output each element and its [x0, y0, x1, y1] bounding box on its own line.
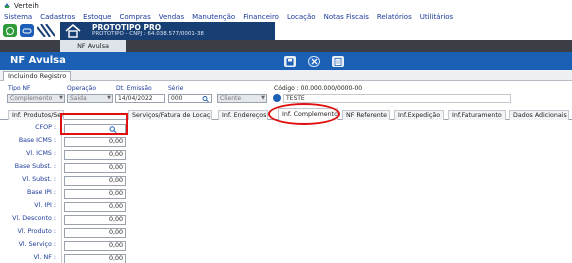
base-subst-input[interactable]: 0,00: [64, 163, 126, 173]
window-title: Verteih: [14, 1, 39, 10]
operacao-value: Saída: [70, 95, 87, 102]
cliente-value: Cliente: [220, 95, 242, 102]
whatsapp-icon[interactable]: [3, 24, 17, 37]
codigo-field[interactable]: TESTE: [283, 94, 511, 103]
tab-inf-faturamento[interactable]: Inf.Faturamento: [448, 110, 506, 120]
vl-icms-label: Vl. ICMS :: [26, 150, 56, 157]
codigo-value: TESTE: [286, 95, 305, 102]
tipo-nf-select[interactable]: Complemento ▼: [7, 94, 65, 103]
search-icon[interactable]: [202, 96, 209, 102]
vl-servico-label: Vl. Serviço :: [18, 241, 56, 248]
vl-desconto-input[interactable]: 0,00: [64, 215, 126, 225]
menu-estoque[interactable]: Estoque: [83, 13, 111, 21]
toolbar: PROTOTIPO PRO PROTOTIPO - CNPJ : 64.038.…: [0, 22, 572, 40]
menu-bar: Sistema Cadastros Estoque Compras Vendas…: [0, 11, 572, 22]
vl-ipi-input[interactable]: 0,00: [64, 202, 126, 212]
chevron-down-icon: ▼: [107, 95, 111, 101]
complemento-tab-highlight: [268, 103, 340, 125]
serie-label: Série: [168, 85, 184, 92]
base-ipi-input[interactable]: 0,00: [64, 189, 126, 199]
operacao-select[interactable]: Saída ▼: [67, 94, 113, 103]
tab-nf-referente[interactable]: NF Referente: [342, 110, 390, 120]
vl-subst-label: Vl. Subst. :: [22, 176, 56, 183]
tab-dados-adicionais[interactable]: Dados Adicionais: [509, 110, 569, 120]
chevron-down-icon: ▼: [261, 95, 265, 101]
base-icms-input[interactable]: 0,00: [64, 137, 126, 147]
title-bar: Verteih: [0, 0, 572, 11]
menu-compras[interactable]: Compras: [119, 13, 150, 21]
vl-nf-input[interactable]: 0,00: [64, 254, 126, 263]
menu-relatorios[interactable]: Relatórios: [377, 13, 412, 21]
nf-header-form: Tipo NF Complemento ▼ Operação Saída ▼ Dt.…: [0, 81, 572, 107]
vl-nf-label: Vl. NF :: [33, 254, 56, 261]
page-title: NF Avulsa: [10, 55, 66, 66]
vl-icms-input[interactable]: 0,00: [64, 150, 126, 160]
vl-servico-input[interactable]: 0,00: [64, 241, 126, 251]
vl-produto-label: Vl. Produto :: [17, 228, 56, 235]
stripes-icon[interactable]: [37, 24, 55, 37]
dt-emissao-value: 14/04/2022: [118, 95, 153, 102]
tab-servicos-fatura[interactable]: Serviços/Fatura de Locação: [128, 110, 212, 120]
tab-incluindo-registro[interactable]: Incluindo Registro: [3, 71, 72, 81]
menu-vendas[interactable]: Vendas: [159, 13, 184, 21]
cfop-label: CFOP :: [35, 124, 56, 131]
serie-field[interactable]: 000: [168, 94, 212, 103]
connect-icon[interactable]: [20, 24, 34, 37]
menu-utilitarios[interactable]: Utilitários: [420, 13, 454, 21]
menu-financeiro[interactable]: Financeiro: [243, 13, 279, 21]
tab-inf-produtos[interactable]: Inf. Produtos/Ser: [8, 110, 64, 120]
tab-inf-expedicao[interactable]: Inf.Expedição: [394, 110, 444, 120]
menu-cadastros[interactable]: Cadastros: [40, 13, 75, 21]
save-icon[interactable]: [284, 56, 296, 67]
vl-subst-input[interactable]: 0,00: [64, 176, 126, 186]
cancel-icon[interactable]: [308, 56, 320, 67]
base-icms-label: Base ICMS :: [18, 137, 56, 144]
form-header: NF Avulsa: [0, 52, 572, 70]
vl-ipi-label: Vl. IPI :: [34, 202, 56, 209]
document-icon[interactable]: [332, 56, 344, 67]
window-tabs: NF Avulsa: [0, 40, 572, 52]
tipo-nf-value: Complemento: [10, 95, 53, 102]
home-icon[interactable]: [64, 24, 82, 38]
panel-divider: [61, 120, 62, 263]
dt-emissao-field[interactable]: 14/04/2022: [115, 94, 165, 103]
tab-inf-enderecos[interactable]: Inf. Endereços: [218, 110, 268, 120]
serie-value: 000: [171, 95, 183, 102]
company-banner: PROTOTIPO PRO PROTOTIPO - CNPJ : 64.038.…: [60, 22, 275, 40]
base-ipi-label: Base IPI :: [27, 189, 56, 196]
base-subst-label: Base Subst. :: [14, 163, 56, 170]
chevron-down-icon: ▼: [59, 95, 63, 101]
codigo-label: Código : 00.000.000/0000-00: [274, 85, 363, 92]
cliente-select[interactable]: Cliente ▼: [217, 94, 267, 103]
vl-desconto-label: Vl. Desconto :: [12, 215, 56, 222]
vl-produto-input[interactable]: 0,00: [64, 228, 126, 238]
complemento-panel: CFOP : Base ICMS : 0,00 Vl. ICMS : 0,00 …: [0, 120, 572, 263]
app-icon: [4, 3, 10, 8]
window-tab-nf-avulsa[interactable]: NF Avulsa: [60, 40, 126, 52]
menu-notas-fiscais[interactable]: Notas Fiscais: [324, 13, 369, 21]
tipo-nf-label: Tipo NF: [8, 85, 31, 92]
company-cnpj: PROTOTIPO - CNPJ : 64.038.577/0001-38: [92, 31, 204, 37]
dt-emissao-label: Dt. Emissão: [116, 85, 152, 92]
mode-tabs: Incluindo Registro: [0, 70, 572, 81]
menu-locacao[interactable]: Locação: [287, 13, 316, 21]
info-icon[interactable]: [273, 94, 281, 102]
cfop-highlight: [60, 113, 128, 135]
menu-sistema[interactable]: Sistema: [4, 13, 32, 21]
menu-manutencao[interactable]: Manutenção: [192, 13, 235, 21]
operacao-label: Operação: [67, 85, 97, 92]
